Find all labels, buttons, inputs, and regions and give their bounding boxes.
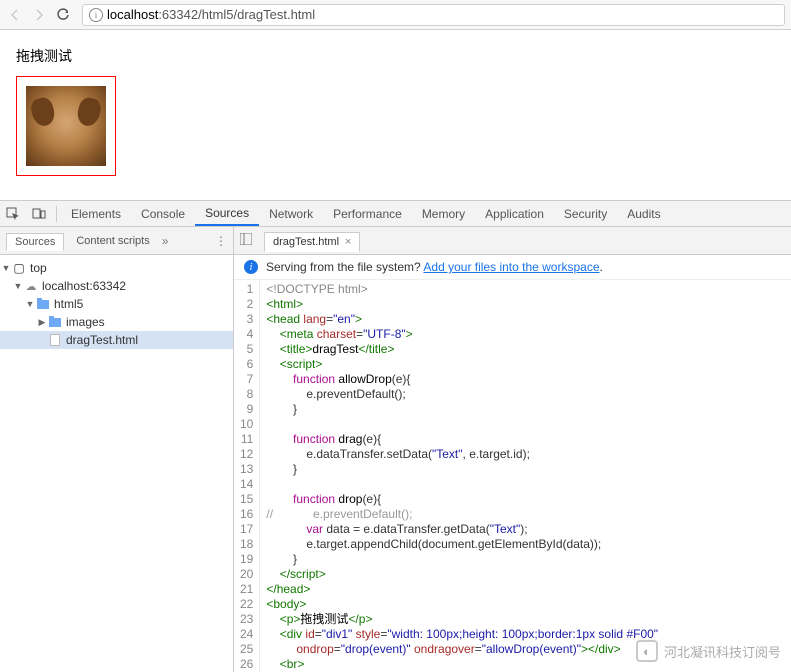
devtools-panel: ElementsConsoleSourcesNetworkPerformance… bbox=[0, 200, 791, 672]
code-content[interactable]: <!DOCTYPE html><html><head lang="en"> <m… bbox=[260, 280, 664, 672]
page-viewport: 拖拽测试 bbox=[0, 30, 791, 200]
info-text: Serving from the file system? Add your f… bbox=[266, 260, 603, 274]
devtools-tab-elements[interactable]: Elements bbox=[61, 201, 131, 226]
info-icon: i bbox=[244, 260, 258, 274]
divider bbox=[56, 206, 57, 222]
tree-label: html5 bbox=[54, 297, 83, 311]
back-button[interactable] bbox=[6, 6, 24, 24]
workspace-info-bar: i Serving from the file system? Add your… bbox=[234, 255, 791, 280]
devtools-tab-security[interactable]: Security bbox=[554, 201, 617, 226]
tree-row-file[interactable]: dragTest.html bbox=[0, 331, 233, 349]
more-tabs-icon[interactable]: » bbox=[162, 234, 169, 248]
folder-icon bbox=[48, 318, 62, 327]
file-tab-dragtest[interactable]: dragTest.html × bbox=[264, 232, 360, 252]
site-info-icon[interactable]: i bbox=[89, 8, 103, 22]
tree-label: localhost:63342 bbox=[42, 279, 126, 293]
tree-label: images bbox=[66, 315, 105, 329]
page-heading: 拖拽测试 bbox=[16, 46, 775, 66]
frame-icon: ▢ bbox=[12, 261, 26, 275]
draggable-image[interactable] bbox=[26, 86, 106, 166]
devtools-tab-application[interactable]: Application bbox=[475, 201, 554, 226]
tree-row-images[interactable]: ▶images bbox=[0, 313, 233, 331]
tree-row-html5[interactable]: ▼html5 bbox=[0, 295, 233, 313]
editor-tabbar: dragTest.html × bbox=[234, 227, 791, 254]
devtools-toolbar: ElementsConsoleSourcesNetworkPerformance… bbox=[0, 201, 791, 227]
editor-main: i Serving from the file system? Add your… bbox=[234, 255, 791, 672]
sub-tab-sources[interactable]: Sources bbox=[6, 233, 64, 251]
drop-zone[interactable] bbox=[16, 76, 116, 176]
devtools-tabs: ElementsConsoleSourcesNetworkPerformance… bbox=[61, 201, 671, 226]
code-editor[interactable]: 1234567891011121314151617181920212223242… bbox=[234, 280, 791, 672]
devtools-subbar: Sources Content scripts » ⋮ dragTest.htm… bbox=[0, 227, 791, 255]
file-tab-label: dragTest.html bbox=[273, 236, 339, 248]
address-bar[interactable]: i localhost:63342/html5/dragTest.html bbox=[82, 4, 785, 26]
devtools-tab-console[interactable]: Console bbox=[131, 201, 195, 226]
devtools-tab-network[interactable]: Network bbox=[259, 201, 323, 226]
forward-button[interactable] bbox=[30, 6, 48, 24]
tree-row-top[interactable]: ▼▢top bbox=[0, 259, 233, 277]
cloud-icon: ☁ bbox=[24, 280, 38, 293]
devtools-body: ▼▢top ▼☁localhost:63342 ▼html5 ▶images d… bbox=[0, 255, 791, 672]
line-gutter: 1234567891011121314151617181920212223242… bbox=[234, 280, 260, 672]
file-icon bbox=[48, 334, 62, 346]
url-text: localhost:63342/html5/dragTest.html bbox=[107, 7, 315, 22]
tree-row-host[interactable]: ▼☁localhost:63342 bbox=[0, 277, 233, 295]
devtools-tab-memory[interactable]: Memory bbox=[412, 201, 475, 226]
close-icon[interactable]: × bbox=[345, 236, 351, 248]
browser-toolbar: i localhost:63342/html5/dragTest.html bbox=[0, 0, 791, 30]
toggle-navigator-icon[interactable] bbox=[240, 233, 260, 248]
folder-icon bbox=[36, 300, 50, 309]
file-navigator: ▼▢top ▼☁localhost:63342 ▼html5 ▶images d… bbox=[0, 255, 234, 672]
inspect-icon[interactable] bbox=[0, 201, 26, 227]
sources-sidebar-tabs: Sources Content scripts » ⋮ bbox=[0, 227, 234, 254]
tree-label: dragTest.html bbox=[66, 333, 138, 347]
device-toolbar-icon[interactable] bbox=[26, 201, 52, 227]
reload-button[interactable] bbox=[54, 6, 72, 24]
more-options-icon[interactable]: ⋮ bbox=[215, 234, 227, 248]
devtools-tab-audits[interactable]: Audits bbox=[617, 201, 670, 226]
tree-label: top bbox=[30, 261, 47, 275]
devtools-tab-sources[interactable]: Sources bbox=[195, 201, 259, 226]
add-workspace-link[interactable]: Add your files into the workspace bbox=[423, 260, 599, 274]
devtools-tab-performance[interactable]: Performance bbox=[323, 201, 412, 226]
sub-tab-content-scripts[interactable]: Content scripts bbox=[68, 233, 157, 249]
